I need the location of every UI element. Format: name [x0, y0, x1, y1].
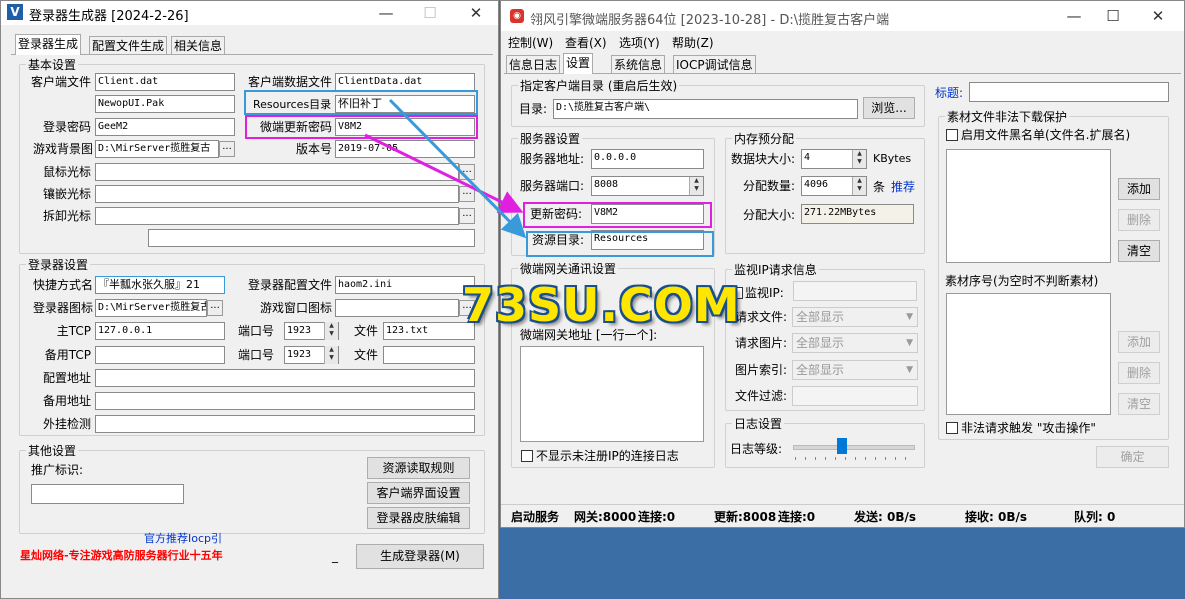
tab-login-generate[interactable]: 登录器生成: [15, 34, 82, 55]
magenta-arrow: [364, 133, 524, 213]
blue-arrow: [388, 98, 527, 239]
tab-settings[interactable]: 设置: [563, 53, 594, 74]
watermark-logo: 73SU.COM: [462, 278, 741, 332]
